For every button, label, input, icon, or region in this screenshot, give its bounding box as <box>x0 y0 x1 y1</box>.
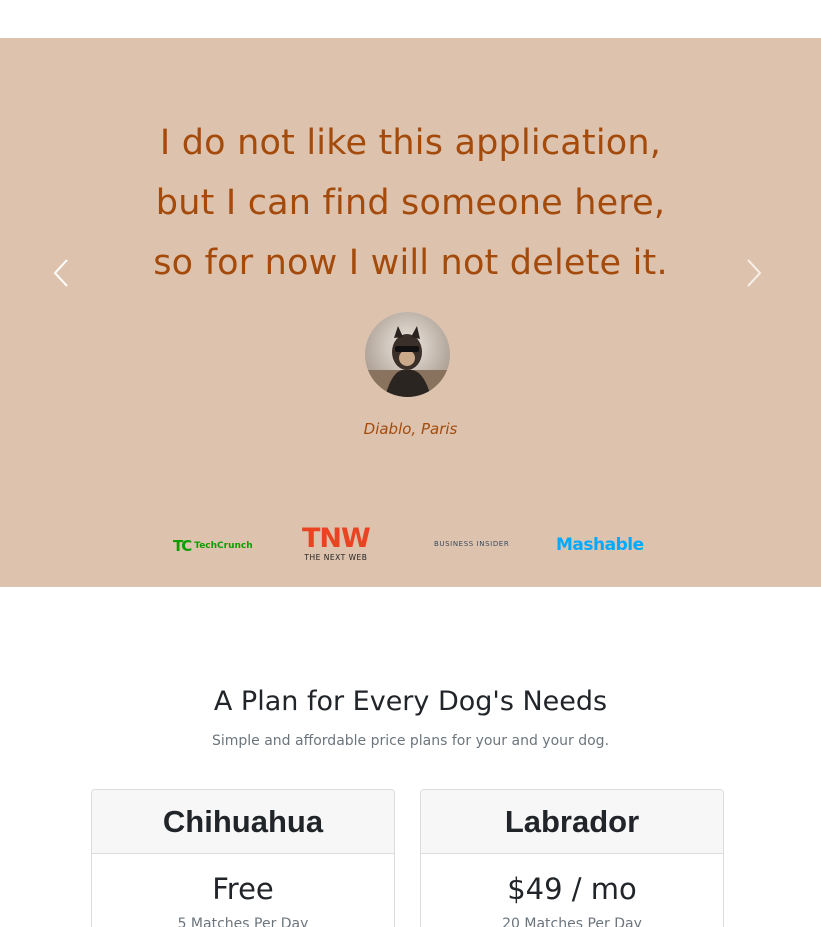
plan-note: 20 Matches Per Day <box>502 916 642 927</box>
carousel-prev-button[interactable] <box>46 256 76 290</box>
quote-line: I do not like this application, <box>159 123 662 163</box>
plan-card-chihuahua: Chihuahua Free 5 Matches Per Day <box>91 789 395 927</box>
author-avatar <box>365 312 450 397</box>
quote-line: so for now I will not delete it. <box>153 243 668 283</box>
pricing-title: A Plan for Every Dog's Needs <box>213 686 608 717</box>
testimonial-author: Diablo, Paris <box>363 420 458 438</box>
press-logos: TC TechCrunch TNW THE NEXT WEB BUSINESS … <box>0 523 821 568</box>
carousel-next-button[interactable] <box>739 256 769 290</box>
chevron-right-icon <box>747 259 762 287</box>
testimonial-section: I do not like this application, but I ca… <box>0 38 821 587</box>
plan-note: 5 Matches Per Day <box>177 916 309 927</box>
plan-card-labrador: Labrador $49 / mo 20 Matches Per Day <box>420 789 724 927</box>
plan-name: Labrador <box>421 790 723 854</box>
tnw-logo: TNW THE NEXT WEB <box>302 523 371 562</box>
quote-line: but I can find someone here, <box>155 183 666 223</box>
mashable-logo: Mashable <box>556 535 644 555</box>
testimonial-quote: I do not like this application, but I ca… <box>100 113 721 293</box>
pricing-subtitle: Simple and affordable price plans for yo… <box>211 733 610 749</box>
plan-name: Chihuahua <box>92 790 394 854</box>
plan-price: Free <box>212 872 274 906</box>
chevron-left-icon <box>53 259 68 287</box>
business-insider-logo: BUSINESS INSIDER <box>434 540 510 548</box>
plan-price: $49 / mo <box>507 872 637 906</box>
techcrunch-logo: TC TechCrunch <box>173 537 253 555</box>
